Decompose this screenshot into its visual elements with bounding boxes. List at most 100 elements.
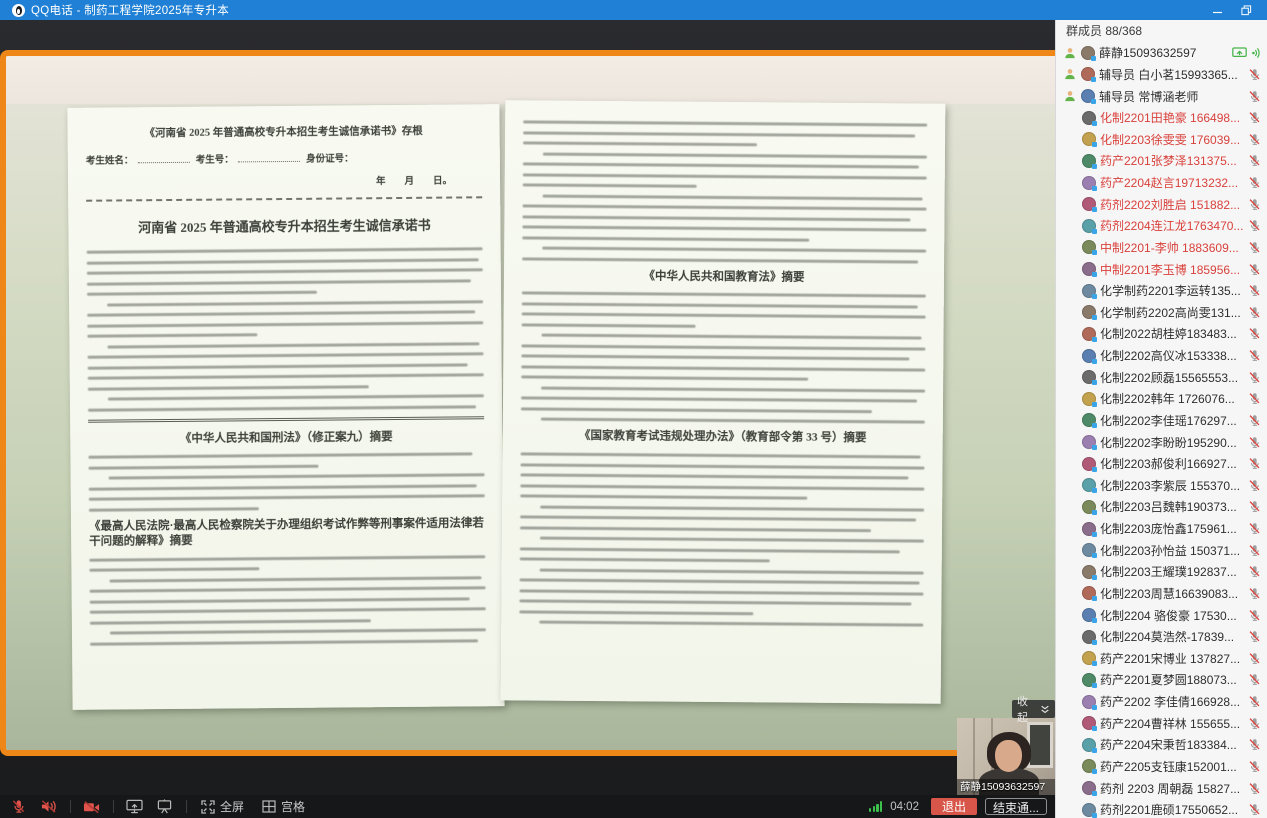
member-row[interactable]: 辅导员 白小茗15993365... — [1056, 64, 1267, 86]
end-call-button[interactable]: 结束通... — [985, 798, 1047, 815]
member-row[interactable]: 化制2202李佳瑶176297... — [1056, 410, 1267, 432]
muted-mic-icon — [1248, 133, 1261, 146]
member-row[interactable]: 药产2204宋秉哲183384... — [1056, 734, 1267, 756]
member-avatar — [1082, 132, 1096, 146]
member-row[interactable]: 药产2201宋博业 137827... — [1056, 648, 1267, 670]
minimize-button[interactable] — [1211, 3, 1225, 17]
member-row[interactable]: 化制2202高仪冰153338... — [1056, 345, 1267, 367]
member-row[interactable]: 药剂 2203 周朝磊 15827... — [1056, 777, 1267, 799]
fullscreen-button[interactable]: 全屏 — [201, 798, 244, 815]
member-row[interactable]: 化学制药2201李运转135... — [1056, 280, 1267, 302]
muted-mic-icon — [1248, 68, 1261, 81]
member-row[interactable]: 药产2201夏梦圆188073... — [1056, 669, 1267, 691]
member-name: 药产2201张梦泽131375... — [1100, 152, 1244, 169]
member-row[interactable]: 中制2201-李帅 1883609... — [1056, 237, 1267, 259]
member-avatar — [1082, 565, 1096, 579]
muted-mic-icon — [1248, 565, 1261, 578]
member-row[interactable]: 化制2202李盼盼195290... — [1056, 431, 1267, 453]
member-row[interactable]: 药产2202 李佳倩166928... — [1056, 691, 1267, 713]
self-video-thumbnail[interactable]: 薛静15093632597 — [957, 718, 1055, 795]
grid-view-button[interactable]: 宫格 — [262, 798, 305, 815]
muted-mic-icon — [1248, 219, 1261, 232]
muted-mic-icon — [1248, 306, 1261, 319]
member-row[interactable]: 化制2204 骆俊豪 17530... — [1056, 604, 1267, 626]
member-avatar — [1082, 759, 1096, 773]
member-row[interactable]: 化制2204莫浩然-17839... — [1056, 626, 1267, 648]
member-row[interactable]: 药产2204曹祥林 155655... — [1056, 712, 1267, 734]
member-name: 化制2203周慧16639083... — [1100, 585, 1244, 602]
stub-field-name: 考生姓名： — [86, 156, 134, 166]
fullscreen-label: 全屏 — [220, 798, 244, 815]
member-row[interactable]: 化制2203郝俊利166927... — [1056, 453, 1267, 475]
camera-off-button[interactable] — [81, 798, 101, 816]
member-name: 化制2203孙怡益 150371... — [1100, 542, 1244, 559]
member-name: 药产2201夏梦圆188073... — [1100, 671, 1244, 688]
member-row[interactable]: 薛静15093632597 — [1056, 42, 1267, 64]
member-row[interactable]: 药剂2201鹿硕17550652... — [1056, 799, 1267, 818]
section-title-education-law: 《中华人民共和国教育法》摘要 — [522, 268, 926, 286]
whiteboard-button[interactable] — [154, 798, 174, 816]
member-row[interactable]: 药产2205支钰康152001... — [1056, 756, 1267, 778]
muted-mic-icon — [1248, 198, 1261, 211]
member-name: 化制2201田艳豪 166498... — [1100, 109, 1244, 126]
member-row[interactable]: 药剂2204连江龙1763470... — [1056, 215, 1267, 237]
member-row[interactable]: 辅导员 常博涵老师 — [1056, 85, 1267, 107]
member-avatar — [1082, 370, 1096, 384]
member-panel-header: 群成员 88/368 — [1056, 20, 1267, 42]
member-row[interactable]: 化制2203庞怡鑫175961... — [1056, 518, 1267, 540]
qq-logo-icon — [12, 4, 25, 17]
microphone-muted-button[interactable] — [8, 798, 28, 816]
muted-mic-icon — [1248, 717, 1261, 730]
member-avatar — [1081, 67, 1095, 81]
member-name: 化制2203吕魏韩190373... — [1100, 498, 1244, 515]
call-toolbar: 全屏 宫格 04:02 退出 结束通... — [0, 795, 1055, 818]
member-avatar — [1082, 305, 1096, 319]
member-row[interactable]: 化制2022胡桂婷183483... — [1056, 323, 1267, 345]
member-name: 药产2204宋秉哲183384... — [1100, 736, 1244, 753]
collapse-video-button[interactable]: 收起 — [1012, 700, 1055, 718]
restore-button[interactable] — [1239, 3, 1253, 17]
speaker-muted-button[interactable] — [38, 798, 58, 816]
toolbar-divider — [113, 800, 114, 813]
muted-mic-icon — [1248, 284, 1261, 297]
member-avatar — [1082, 284, 1096, 298]
member-name: 化学制药2202高尚雯131... — [1100, 304, 1244, 321]
member-row[interactable]: 化制2203王耀璞192837... — [1056, 561, 1267, 583]
member-row[interactable]: 化制2203周慧16639083... — [1056, 583, 1267, 605]
body-text-blurred — [89, 555, 486, 645]
member-row[interactable]: 化制2203徐雯雯 176039... — [1056, 129, 1267, 151]
muted-mic-icon — [1248, 154, 1261, 167]
screen-share-button[interactable] — [124, 798, 144, 816]
member-row[interactable]: 化制2202顾磊15565553... — [1056, 366, 1267, 388]
member-row[interactable]: 药剂2202刘胜启 151882... — [1056, 193, 1267, 215]
member-row[interactable]: 化制2201田艳豪 166498... — [1056, 107, 1267, 129]
member-avatar — [1082, 695, 1096, 709]
member-name: 中制2201-李帅 1883609... — [1100, 239, 1244, 256]
member-row[interactable]: 中制2201李玉博 185956... — [1056, 258, 1267, 280]
member-row[interactable]: 化制2202韩年 1726076... — [1056, 388, 1267, 410]
stub-title: 《河南省 2025 年普通高校专升本招生考生诚信承诺书》存根 — [86, 122, 482, 140]
member-avatar — [1082, 803, 1096, 817]
member-person-icon — [1064, 46, 1078, 60]
horizontal-rule — [88, 416, 484, 422]
member-avatar — [1082, 781, 1096, 795]
dotted-blank — [137, 155, 189, 163]
muted-mic-icon — [1248, 176, 1261, 189]
member-name: 药产2204赵言19713232... — [1100, 174, 1244, 191]
qq-call-window: QQ电话 - 制药工程学院2025年专升本 《河南省 2025 年普通高校专升本… — [0, 0, 1267, 818]
member-name: 化制2203徐雯雯 176039... — [1100, 131, 1244, 148]
document-left-page: 《河南省 2025 年普通高校专升本招生考生诚信承诺书》存根 考生姓名： 考生号… — [67, 104, 504, 710]
member-row[interactable]: 化制2203李紫辰 155370... — [1056, 475, 1267, 497]
member-row[interactable]: 化制2203吕魏韩190373... — [1056, 496, 1267, 518]
muted-mic-icon — [1248, 738, 1261, 751]
member-row[interactable]: 药产2204赵言19713232... — [1056, 172, 1267, 194]
member-row[interactable]: 药产2201张梦泽131375... — [1056, 150, 1267, 172]
member-name: 辅导员 常博涵老师 — [1099, 88, 1244, 105]
member-avatar — [1082, 716, 1096, 730]
member-row[interactable]: 化学制药2202高尚雯131... — [1056, 302, 1267, 324]
exit-button[interactable]: 退出 — [931, 798, 977, 815]
muted-mic-icon — [1248, 263, 1261, 276]
muted-mic-icon — [1248, 327, 1261, 340]
muted-mic-icon — [1248, 673, 1261, 686]
member-row[interactable]: 化制2203孙怡益 150371... — [1056, 539, 1267, 561]
